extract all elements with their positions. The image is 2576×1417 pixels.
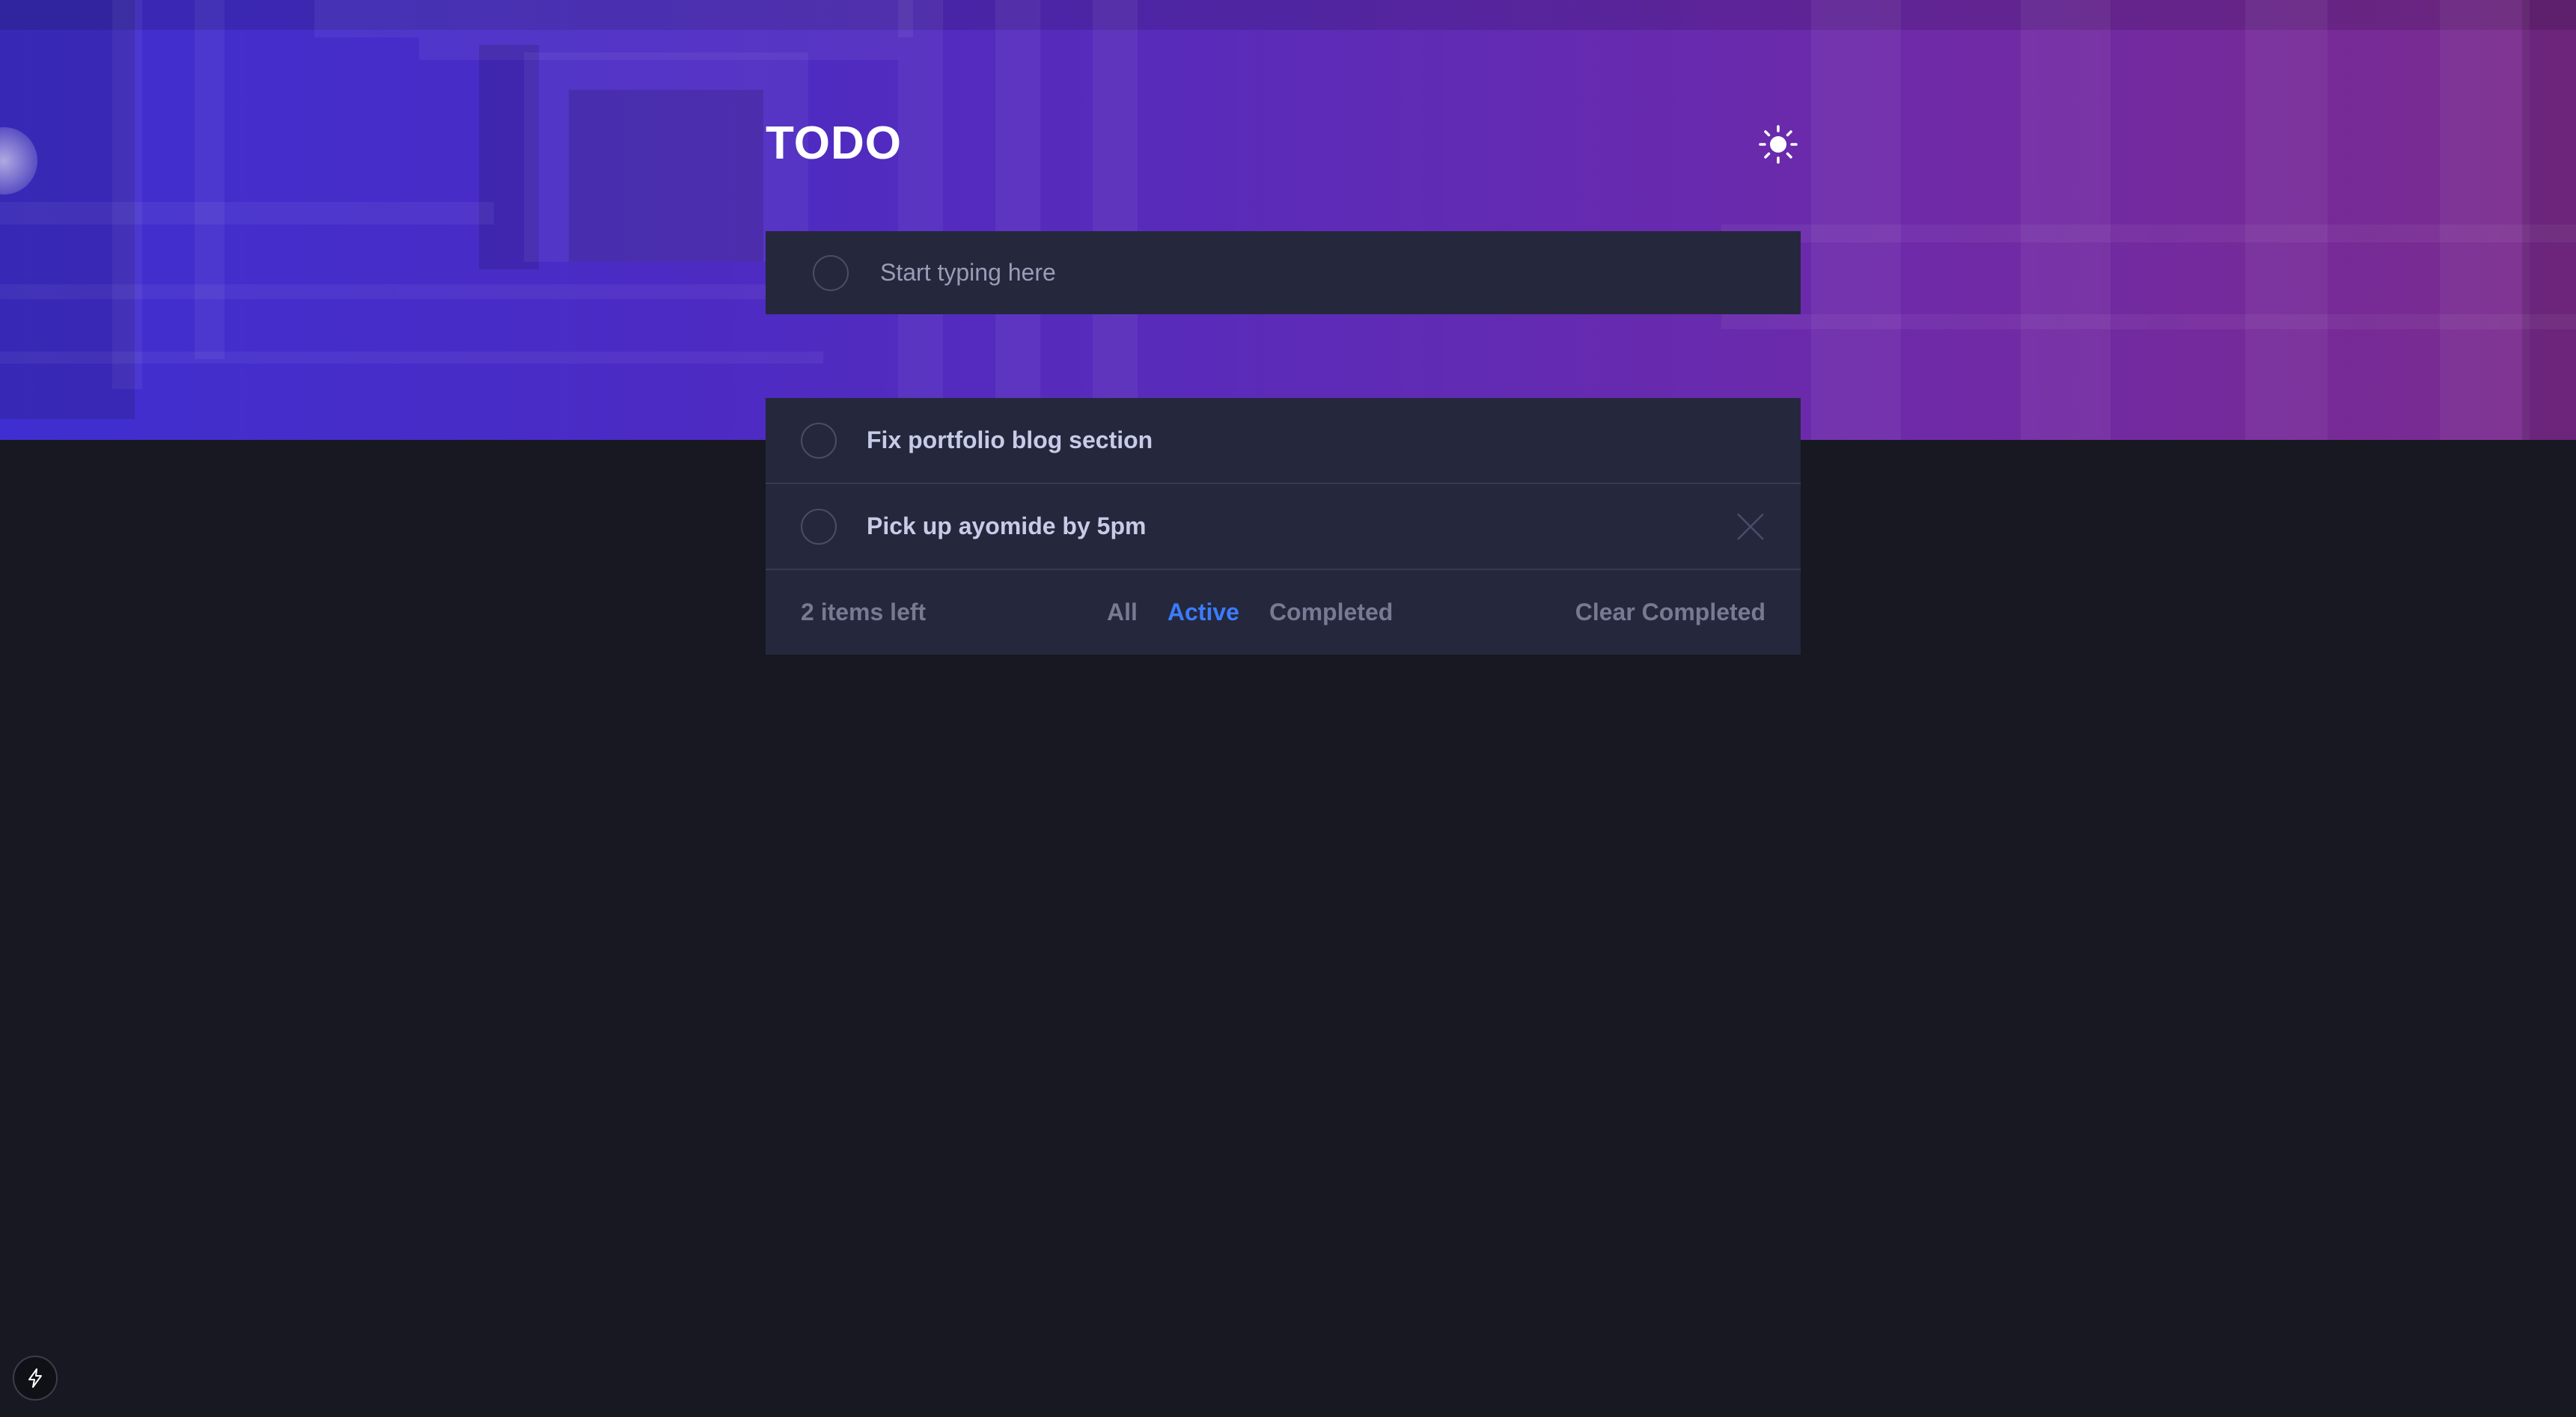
filter-completed[interactable]: Completed	[1269, 599, 1393, 626]
todo-check-circle[interactable]	[801, 508, 837, 545]
filter-active[interactable]: Active	[1168, 599, 1239, 626]
filter-tabs: All Active Completed	[1107, 599, 1393, 626]
todo-footer: 2 items left All Active Completed Clear …	[766, 570, 1801, 655]
clear-completed-button[interactable]: Clear Completed	[1575, 599, 1765, 626]
todo-list: Fix portfolio blog section Pick up ayomi…	[766, 398, 1801, 655]
todo-label: Pick up ayomide by 5pm	[867, 512, 1147, 539]
new-todo-check-circle[interactable]	[813, 254, 849, 291]
new-todo-input[interactable]	[879, 258, 1705, 287]
filter-all[interactable]: All	[1107, 599, 1138, 626]
todo-item[interactable]: Fix portfolio blog section	[766, 398, 1801, 484]
lightning-icon	[28, 1368, 42, 1388]
theme-toggle-button[interactable]	[1756, 122, 1801, 167]
app-title: TODO	[766, 117, 902, 169]
items-left-count: 2 items left	[801, 599, 927, 625]
delete-todo-button[interactable]	[1735, 511, 1766, 542]
hero-background	[0, 0, 2576, 440]
dev-tools-badge[interactable]	[13, 1356, 58, 1401]
todo-label: Fix portfolio blog section	[867, 426, 1153, 453]
close-icon	[1737, 513, 1764, 540]
todo-check-circle[interactable]	[801, 422, 837, 459]
todo-item[interactable]: Pick up ayomide by 5pm	[766, 484, 1801, 570]
new-todo-bar	[766, 231, 1801, 314]
sun-icon	[1759, 125, 1798, 164]
